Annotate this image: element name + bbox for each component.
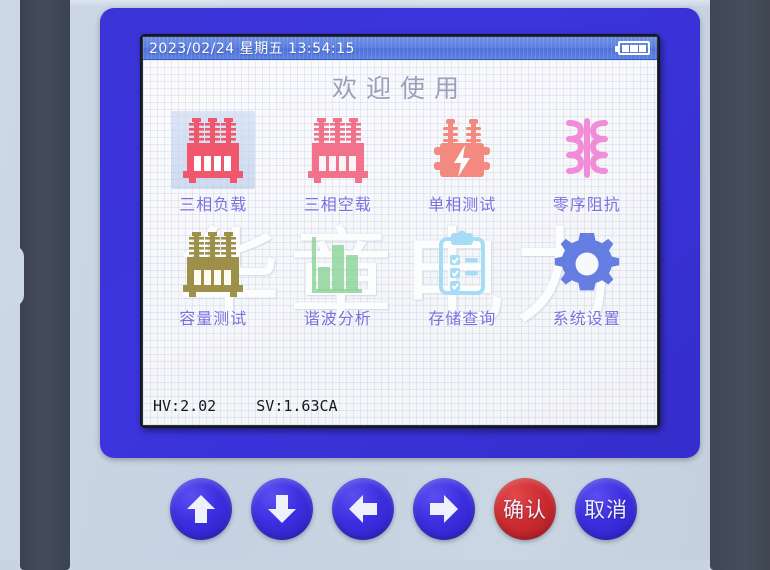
menu-item-label: 容量测试 [179,309,248,328]
system-gear-icon [545,225,629,303]
sv-version-text: SV:1.63CA [256,397,338,415]
hv-version-text: HV:2.02 [153,397,217,415]
single-phase-bolt-icon [420,111,504,189]
main-menu-grid: 三相负载 三相空载 单相测试 零序阻抗 容量测试 谐波分析 存储查询 系统设置 [143,111,657,333]
arrow-right-icon [430,495,458,523]
battery-cell [630,44,638,52]
firmware-version-status: HV:2.02 SV:1.63CA [143,397,657,425]
key-confirm-label: 确认 [503,498,547,522]
arrow-up-icon [187,495,215,523]
key-right-button[interactable] [413,478,475,540]
menu-item-zero-sequence-impedance[interactable]: 零序阻抗 [525,111,650,219]
datetime-text: 2023/02/24 星期五 13:54:15 [149,41,355,57]
menu-item-three-phase-noload[interactable]: 三相空载 [276,111,401,219]
menu-item-label: 系统设置 [552,309,621,328]
menu-item-harmonic-analysis[interactable]: 谐波分析 [276,225,401,333]
arrow-left-icon [349,495,377,523]
battery-icon [615,41,650,55]
key-down-button[interactable] [251,478,313,540]
zero-sequence-coil-icon [545,111,629,189]
three-phase-transformer-icon [296,111,380,189]
battery-cell [621,44,629,52]
menu-item-system-settings[interactable]: 系统设置 [525,225,650,333]
status-title-bar: 2023/02/24 星期五 13:54:15 [143,37,657,60]
menu-item-label: 三相空载 [303,195,372,214]
arrow-down-icon [268,495,296,523]
key-left-button[interactable] [332,478,394,540]
menu-item-label: 零序阻抗 [552,195,621,214]
menu-item-three-phase-load[interactable]: 三相负载 [151,111,276,219]
battery-cell [639,44,647,52]
handheld-test-device: 2023/02/24 星期五 13:54:15 欢迎使用 华章电力 三相负载 三… [0,0,770,570]
welcome-title: 欢迎使用 [331,74,468,103]
key-confirm-button[interactable]: 确认 [494,478,556,540]
menu-item-storage-query[interactable]: 存储查询 [400,225,525,333]
lcd-screen: 2023/02/24 星期五 13:54:15 欢迎使用 华章电力 三相负载 三… [142,36,658,426]
capacity-transformer-icon [171,225,255,303]
menu-item-label: 单相测试 [428,195,497,214]
three-phase-transformer-icon [171,111,256,189]
menu-item-capacity-test[interactable]: 容量测试 [151,225,276,333]
menu-item-label: 存储查询 [428,309,497,328]
menu-item-label: 三相负载 [179,195,248,214]
grip-notch [0,245,24,307]
key-cancel-label: 取消 [584,498,628,522]
harmonic-bar-chart-icon [296,225,380,303]
key-up-button[interactable] [170,478,232,540]
menu-item-single-phase-test[interactable]: 单相测试 [400,111,525,219]
key-cancel-button[interactable]: 取消 [575,478,637,540]
keypad: 确认 取消 [0,478,770,560]
menu-item-label: 谐波分析 [303,309,372,328]
storage-clipboard-icon [420,225,504,303]
case-top-edge [70,0,710,6]
